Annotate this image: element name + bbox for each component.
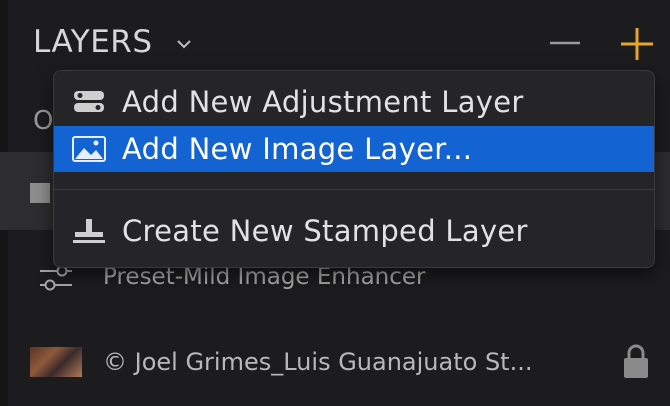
- photo-layer-label: © Joel Grimes_Luis Guanajuato St...: [103, 348, 533, 376]
- lock-icon[interactable]: [622, 342, 650, 380]
- stamp-icon: [73, 219, 105, 243]
- menu-item-add-adjustment-layer[interactable]: Add New Adjustment Layer: [54, 79, 654, 125]
- image-layer-icon: [72, 136, 106, 162]
- add-layer-menu: Add New Adjustment Layer Add New Image L…: [53, 70, 655, 268]
- layer-thumbnail: [30, 183, 50, 203]
- menu-divider: [54, 189, 654, 190]
- add-layer-button[interactable]: [619, 26, 655, 62]
- photo-thumbnail: [30, 347, 82, 377]
- layer-row-label: O: [33, 106, 54, 136]
- menu-item-label: Add New Adjustment Layer: [122, 85, 524, 119]
- menu-item-label: Create New Stamped Layer: [122, 214, 528, 248]
- layers-title[interactable]: LAYERS: [33, 24, 153, 60]
- chevron-down-icon[interactable]: [176, 38, 192, 50]
- menu-item-label: Add New Image Layer...: [122, 132, 473, 166]
- menu-item-add-image-layer[interactable]: Add New Image Layer...: [54, 126, 654, 172]
- remove-layer-button[interactable]: [548, 26, 582, 60]
- menu-item-create-stamped-layer[interactable]: Create New Stamped Layer: [54, 208, 654, 254]
- layers-panel: LAYERS O Preset-Mild Image Enhancer © Jo…: [0, 0, 670, 406]
- adjustment-layer-icon: [74, 91, 104, 112]
